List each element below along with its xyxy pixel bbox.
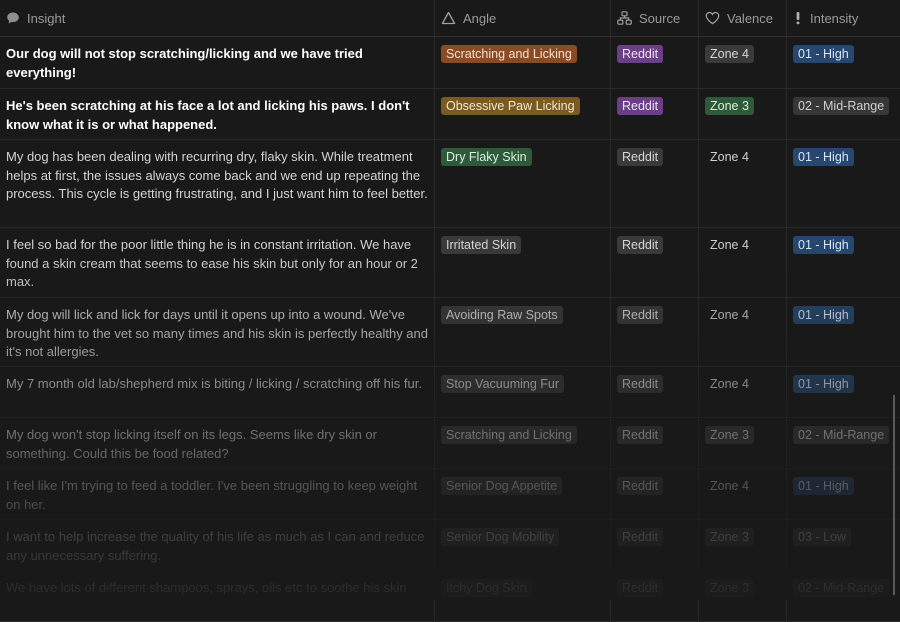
valence-tag[interactable]: Zone 4 [705, 477, 754, 495]
angle-tag[interactable]: Itchy Dog Skin [441, 579, 532, 597]
table-header: Insight Angle Source Valence Intensity [0, 0, 900, 37]
valence-tag[interactable]: Zone 3 [705, 528, 754, 546]
column-header-label: Intensity [810, 10, 859, 26]
insight-text: I feel so bad for the poor little thing … [6, 237, 418, 289]
column-header-label: Valence [727, 10, 774, 26]
scrollbar[interactable] [893, 395, 895, 595]
insight-text: My dog won't stop licking itself on its … [6, 427, 377, 461]
intensity-tag[interactable]: 01 - High [793, 45, 854, 63]
intensity-tag[interactable]: 02 - Mid-Range [793, 97, 890, 115]
angle-tag[interactable]: Senior Dog Appetite [441, 477, 563, 495]
insight-text: I want to help increase the quality of h… [6, 529, 425, 563]
table-row[interactable]: We have lots of different shampoos, spra… [0, 571, 900, 622]
triangle-icon [441, 11, 456, 25]
table-row[interactable]: My 7 month old lab/shepherd mix is bitin… [0, 367, 900, 418]
valence-tag[interactable]: Zone 3 [705, 97, 754, 115]
source-tag[interactable]: Reddit [617, 306, 664, 324]
heart-icon [705, 11, 720, 25]
angle-tag[interactable]: Senior Dog Mobility [441, 528, 560, 546]
source-tag[interactable]: Reddit [617, 426, 664, 444]
table-row[interactable]: My dog has been dealing with recurring d… [0, 140, 900, 228]
angle-tag[interactable]: Scratching and Licking [441, 426, 577, 444]
intensity-tag[interactable]: 01 - High [793, 477, 854, 495]
column-header-source[interactable]: Source [611, 0, 699, 36]
table-row[interactable]: I feel like I'm trying to feed a toddler… [0, 469, 900, 520]
angle-tag[interactable]: Obsessive Paw Licking [441, 97, 580, 115]
intensity-tag[interactable]: 02 - Mid-Range [793, 426, 890, 444]
intensity-tag[interactable]: 01 - High [793, 148, 854, 166]
insight-text: My dog has been dealing with recurring d… [6, 149, 428, 201]
source-tag[interactable]: Reddit [617, 148, 664, 166]
insight-text: Our dog will not stop scratching/licking… [6, 46, 363, 80]
angle-tag[interactable]: Dry Flaky Skin [441, 148, 532, 166]
table-row[interactable]: My dog won't stop licking itself on its … [0, 418, 900, 469]
intensity-tag[interactable]: 01 - High [793, 236, 854, 254]
insight-text: My 7 month old lab/shepherd mix is bitin… [6, 376, 422, 391]
table-row[interactable]: I feel so bad for the poor little thing … [0, 228, 900, 298]
angle-tag[interactable]: Scratching and Licking [441, 45, 577, 63]
org-chart-icon [617, 11, 632, 25]
valence-tag[interactable]: Zone 3 [705, 579, 754, 597]
column-header-angle[interactable]: Angle [435, 0, 611, 36]
intensity-tag[interactable]: 01 - High [793, 375, 854, 393]
intensity-tag[interactable]: 01 - High [793, 306, 854, 324]
column-header-insight[interactable]: Insight [0, 0, 435, 36]
angle-tag[interactable]: Avoiding Raw Spots [441, 306, 563, 324]
valence-tag[interactable]: Zone 3 [705, 426, 754, 444]
angle-tag[interactable]: Irritated Skin [441, 236, 522, 254]
table-row[interactable]: He's been scratching at his face a lot a… [0, 89, 900, 140]
insight-text: I feel like I'm trying to feed a toddler… [6, 478, 418, 512]
table-row[interactable]: Our dog will not stop scratching/licking… [0, 37, 900, 89]
column-header-label: Source [639, 10, 681, 26]
insight-text: My dog will lick and lick for days until… [6, 307, 428, 359]
valence-tag[interactable]: Zone 4 [705, 148, 754, 166]
column-header-intensity[interactable]: Intensity [787, 0, 900, 36]
valence-tag[interactable]: Zone 4 [705, 375, 754, 393]
source-tag[interactable]: Reddit [617, 45, 664, 63]
insights-table: Insight Angle Source Valence Intensity O… [0, 0, 900, 622]
column-header-valence[interactable]: Valence [699, 0, 787, 36]
valence-tag[interactable]: Zone 4 [705, 45, 754, 63]
column-header-label: Angle [463, 10, 497, 26]
source-tag[interactable]: Reddit [617, 97, 664, 115]
insight-text: He's been scratching at his face a lot a… [6, 98, 410, 132]
intensity-tag[interactable]: 03 - Low [793, 528, 851, 546]
source-tag[interactable]: Reddit [617, 579, 664, 597]
exclamation-icon [796, 12, 800, 25]
table-row[interactable]: I want to help increase the quality of h… [0, 520, 900, 571]
column-header-label: Insight [27, 10, 66, 26]
intensity-tag[interactable]: 02 - Mid-Range [793, 579, 890, 597]
valence-tag[interactable]: Zone 4 [705, 236, 754, 254]
table-row[interactable]: My dog will lick and lick for days until… [0, 298, 900, 367]
insight-text: We have lots of different shampoos, spra… [6, 580, 407, 595]
valence-tag[interactable]: Zone 4 [705, 306, 754, 324]
source-tag[interactable]: Reddit [617, 236, 664, 254]
source-tag[interactable]: Reddit [617, 477, 664, 495]
speech-bubble-icon [7, 12, 19, 24]
source-tag[interactable]: Reddit [617, 528, 664, 546]
source-tag[interactable]: Reddit [617, 375, 664, 393]
angle-tag[interactable]: Stop Vacuuming Fur [441, 375, 565, 393]
